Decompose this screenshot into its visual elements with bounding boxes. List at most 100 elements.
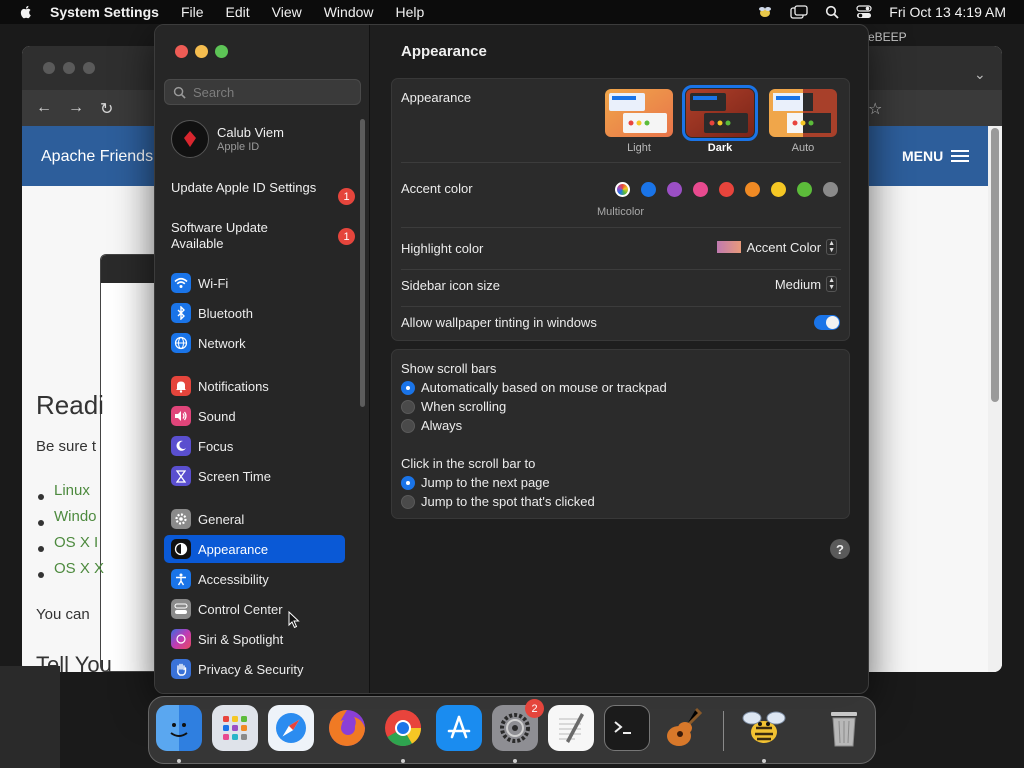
firefox-icon[interactable] [324,705,370,751]
menu-file[interactable]: File [181,4,204,20]
menu-help[interactable]: Help [396,4,425,20]
finder-icon[interactable] [156,705,202,751]
notice-update-apple-id[interactable]: Update Apple ID Settings 1 [171,180,361,205]
window-zoom-button[interactable] [215,45,228,58]
appearance-option-auto[interactable] [769,89,837,137]
menu-clock[interactable]: Fri Oct 13 4:19 AM [889,4,1006,20]
appearance-option-dark[interactable] [682,85,758,141]
window-switch-icon[interactable] [790,5,808,19]
updown-chevron-icon: ▲ ▼ [826,276,837,292]
accent-swatch-purple[interactable] [667,182,682,197]
bullet [38,494,44,500]
radio-label: Jump to the next page [421,475,550,490]
click-scroll-bar-label: Click in the scroll bar to [401,456,536,471]
chrome-icon[interactable] [380,705,426,751]
site-menu-label: MENU [902,148,944,164]
sidebar-item-general[interactable]: General [164,505,345,533]
terminal-icon[interactable] [604,705,650,751]
sidebar-item-appearance[interactable]: Appearance [164,535,345,563]
browser-max-dot[interactable] [83,62,95,74]
sidebar-item-wifi[interactable]: Wi-Fi [164,269,345,297]
accent-swatch-multicolor[interactable] [615,182,630,197]
accent-swatch-graphite[interactable] [823,182,838,197]
garageband-icon[interactable] [660,705,706,751]
spotlight-search-icon[interactable] [825,5,839,19]
sidebar-item-privacy-security[interactable]: Privacy & Security [164,655,345,683]
sidebar-item-notifications[interactable]: Notifications [164,372,345,400]
sidebar-item-sound[interactable]: Sound [164,402,345,430]
menu-app-name[interactable]: System Settings [50,4,159,20]
appearance-icon [171,539,191,559]
search-input[interactable] [193,84,353,100]
scroll-option-always[interactable]: Always [401,418,462,433]
appearance-option-light[interactable] [605,89,673,137]
help-button[interactable]: ? [830,539,850,559]
sidebar-item-focus[interactable]: Focus [164,432,345,460]
sidebar-item-network[interactable]: Network [164,329,345,357]
dock-running-indicator [762,759,766,763]
sidebar-icon-size-popup[interactable]: Medium ▲ ▼ [775,276,837,292]
sidebar-item-label: Sound [198,408,236,424]
launchpad-icon[interactable] [212,705,258,751]
reload-icon[interactable]: ↻ [100,99,113,119]
forward-arrow-icon[interactable]: → [68,99,84,117]
bookmark-star-icon[interactable]: ☆ [868,99,882,119]
click-option-spot-clicked[interactable]: Jump to the spot that's clicked [401,494,595,509]
radio-button[interactable] [401,475,415,490]
notice-label: Software Update Available [171,220,268,251]
radio-button[interactable] [401,399,415,414]
app-store-icon[interactable] [436,705,482,751]
control-center-toggle-icon[interactable] [856,5,872,19]
cyberduck-icon[interactable] [741,705,787,751]
site-menu-button[interactable]: MENU [902,148,970,164]
browser-min-dot[interactable] [63,62,75,74]
sidebar-item-siri-spotlight[interactable]: Siri & Spotlight [164,625,345,653]
apple-id-account[interactable]: Calub Viem Apple ID [171,120,284,158]
tab-dropdown-chevron-icon[interactable]: ⌄ [974,66,986,83]
radio-button[interactable] [401,494,415,509]
scroll-option-automatic[interactable]: Automatically based on mouse or trackpad [401,380,667,395]
radio-button[interactable] [401,418,415,433]
site-link-linux[interactable]: Linux [54,482,90,499]
siri-icon [171,629,191,649]
trash-icon[interactable] [821,705,867,751]
radio-label: Jump to the spot that's clicked [421,494,595,509]
sidebar-item-screen-time[interactable]: Screen Time [164,462,345,490]
dock: 2 [148,696,876,764]
bee-status-icon[interactable] [757,5,773,19]
menu-window[interactable]: Window [324,4,374,20]
notice-software-update[interactable]: Software Update Available 1 [171,220,361,252]
accent-swatch-green[interactable] [797,182,812,197]
site-link-osx-1[interactable]: OS X I [54,534,98,551]
click-option-next-page[interactable]: Jump to the next page [401,475,550,490]
back-arrow-icon[interactable]: ← [36,99,52,117]
wallpaper-tinting-toggle[interactable] [814,315,840,330]
accent-swatch-blue[interactable] [641,182,656,197]
site-link-windows[interactable]: Windo [54,508,97,525]
site-title[interactable]: Apache Friends [41,148,153,166]
menu-view[interactable]: View [272,4,302,20]
safari-icon[interactable] [268,705,314,751]
highlight-color-label: Highlight color [401,241,484,256]
accent-swatch-red[interactable] [719,182,734,197]
sidebar-item-accessibility[interactable]: Accessibility [164,565,345,593]
apple-icon[interactable] [18,4,34,20]
window-close-button[interactable] [175,45,188,58]
accent-swatch-yellow[interactable] [771,182,786,197]
window-minimize-button[interactable] [195,45,208,58]
menu-bar: System Settings File Edit View Window He… [0,0,1024,24]
textedit-icon[interactable] [548,705,594,751]
sidebar-item-bluetooth[interactable]: Bluetooth [164,299,345,327]
sidebar-search[interactable] [164,79,361,105]
browser-close-dot[interactable] [43,62,55,74]
sidebar-item-control-center[interactable]: Control Center [164,595,345,623]
site-scroll-thumb[interactable] [991,128,999,402]
accent-swatch-pink[interactable] [693,182,708,197]
radio-button[interactable] [401,380,415,395]
menu-edit[interactable]: Edit [226,4,250,20]
scroll-option-when-scrolling[interactable]: When scrolling [401,399,506,414]
accent-swatch-orange[interactable] [745,182,760,197]
sidebar-scrollbar[interactable] [360,119,365,407]
site-link-osx-2[interactable]: OS X X [54,560,104,577]
highlight-color-popup[interactable]: Accent Color ▲ ▼ [716,239,837,255]
